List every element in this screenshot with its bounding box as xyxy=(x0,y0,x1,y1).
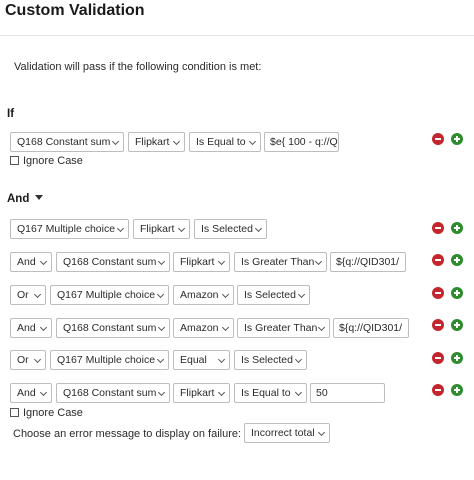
remove-condition-icon[interactable] xyxy=(432,133,444,145)
ignore-case-checkbox[interactable] xyxy=(10,156,19,165)
chevron-down-icon xyxy=(33,355,42,364)
chevron-down-icon xyxy=(116,224,125,233)
operator-select[interactable]: Is Selected xyxy=(237,285,310,305)
chevron-down-icon xyxy=(217,355,226,364)
chevron-down-icon xyxy=(297,290,306,299)
chevron-down-icon xyxy=(157,388,166,397)
question-select[interactable]: Q168 Constant sum xyxy=(10,132,124,152)
operator-select[interactable]: Is Selected xyxy=(234,350,307,370)
chevron-down-icon xyxy=(157,257,166,266)
add-condition-icon[interactable] xyxy=(451,287,463,299)
validation-description: Validation will pass if the following co… xyxy=(14,61,262,73)
choice-select[interactable]: Flipkart xyxy=(128,132,185,152)
chevron-down-icon xyxy=(39,388,48,397)
conjunction-select[interactable]: And xyxy=(10,383,52,403)
chevron-down-icon xyxy=(177,224,186,233)
chevron-down-icon xyxy=(248,137,257,146)
conjunction-select[interactable]: Or xyxy=(10,285,46,305)
remove-condition-icon[interactable] xyxy=(432,287,444,299)
error-message-select[interactable]: Incorrect total xyxy=(244,423,330,443)
ignore-case-label: Ignore Case xyxy=(23,407,83,419)
ignore-case-label: Ignore Case xyxy=(23,155,83,167)
chevron-down-icon xyxy=(157,323,166,332)
ignore-case-checkbox[interactable] xyxy=(10,408,19,417)
question-select[interactable]: Q168 Constant sum xyxy=(56,252,170,272)
conjunction-select[interactable]: And xyxy=(10,252,52,272)
chevron-down-icon xyxy=(221,290,230,299)
chevron-down-icon xyxy=(317,323,326,332)
choice-select[interactable]: Flipkart xyxy=(173,383,230,403)
chevron-down-icon xyxy=(39,257,48,266)
conjunction-select[interactable]: Or xyxy=(10,350,46,370)
and-label[interactable]: And xyxy=(7,193,44,205)
operator-select[interactable]: Is Equal to xyxy=(234,383,307,403)
operator-select[interactable]: Is Greater Than xyxy=(234,252,327,272)
add-condition-icon[interactable] xyxy=(451,254,463,266)
add-condition-icon[interactable] xyxy=(451,384,463,396)
choice-select[interactable]: Amazon xyxy=(173,285,234,305)
chevron-down-icon xyxy=(254,224,263,233)
choice-select[interactable]: Equal xyxy=(173,350,230,370)
chevron-down-icon xyxy=(156,355,165,364)
caret-down-icon xyxy=(35,195,44,201)
value-input[interactable]: $e{ 100 - q://Q xyxy=(264,132,339,152)
page-title: Custom Validation xyxy=(5,2,145,19)
remove-condition-icon[interactable] xyxy=(432,319,444,331)
chevron-down-icon xyxy=(314,257,323,266)
value-input[interactable]: 50 xyxy=(310,383,385,403)
chevron-down-icon xyxy=(172,137,181,146)
chevron-down-icon xyxy=(294,355,303,364)
chevron-down-icon xyxy=(33,290,42,299)
chevron-down-icon xyxy=(111,137,120,146)
remove-condition-icon[interactable] xyxy=(432,352,444,364)
question-select[interactable]: Q168 Constant sum xyxy=(56,383,170,403)
operator-select[interactable]: Is Equal to xyxy=(189,132,261,152)
question-select[interactable]: Q167 Multiple choice xyxy=(10,219,129,239)
if-label: If xyxy=(7,108,15,120)
add-condition-icon[interactable] xyxy=(451,319,463,331)
question-select[interactable]: Q167 Multiple choice xyxy=(50,285,169,305)
remove-condition-icon[interactable] xyxy=(432,254,444,266)
chevron-down-icon xyxy=(156,290,165,299)
error-message-prompt: Choose an error message to display on fa… xyxy=(13,428,242,440)
value-input[interactable]: ${q://QID301/ xyxy=(330,252,406,272)
choice-select[interactable]: Flipkart xyxy=(173,252,230,272)
value-input[interactable]: ${q://QID301/ xyxy=(333,318,409,338)
add-condition-icon[interactable] xyxy=(451,352,463,364)
add-condition-icon[interactable] xyxy=(451,133,463,145)
choice-select[interactable]: Amazon xyxy=(173,318,234,338)
remove-condition-icon[interactable] xyxy=(432,384,444,396)
question-select[interactable]: Q168 Constant sum xyxy=(56,318,170,338)
chevron-down-icon xyxy=(317,428,326,437)
conjunction-select[interactable]: And xyxy=(10,318,52,338)
header: Custom Validation xyxy=(0,0,474,36)
chevron-down-icon xyxy=(217,257,226,266)
operator-select[interactable]: Is Selected xyxy=(194,219,267,239)
chevron-down-icon xyxy=(294,388,303,397)
add-condition-icon[interactable] xyxy=(451,222,463,234)
operator-select[interactable]: Is Greater Than xyxy=(237,318,330,338)
remove-condition-icon[interactable] xyxy=(432,222,444,234)
chevron-down-icon xyxy=(221,323,230,332)
chevron-down-icon xyxy=(217,388,226,397)
question-select[interactable]: Q167 Multiple choice xyxy=(50,350,169,370)
choice-select[interactable]: Flipkart xyxy=(133,219,190,239)
chevron-down-icon xyxy=(39,323,48,332)
